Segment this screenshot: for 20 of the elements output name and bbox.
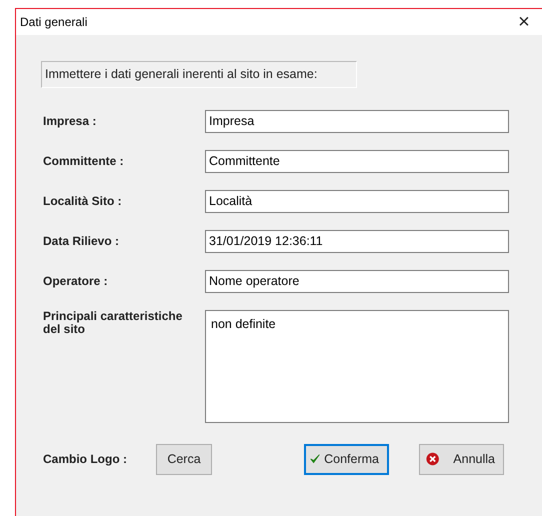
close-button[interactable]: × <box>506 9 542 35</box>
field-label: Località Sito : <box>42 193 123 210</box>
input-field[interactable]: Località <box>205 190 509 213</box>
instruction-text: Immettere i dati generali inerenti al sito in esame: <box>41 61 357 88</box>
input-field[interactable]: Committente <box>205 150 509 173</box>
text-area[interactable]: non definite <box>205 310 509 423</box>
field-label: Cambio Logo : <box>42 451 128 468</box>
field-label: Principali caratteristiche del sito <box>42 310 184 336</box>
browse-button[interactable]: Cerca <box>156 444 212 475</box>
field-label: Committente : <box>42 153 125 170</box>
window-title: Dati generali <box>20 14 88 31</box>
field-label: Impresa : <box>42 113 98 130</box>
input-field[interactable]: 31/01/2019 12:36:11 <box>205 230 509 253</box>
input-field[interactable]: Impresa <box>205 110 509 133</box>
cancel-button[interactable]: Annulla <box>419 444 504 475</box>
field-label: Data Rilievo : <box>42 233 120 250</box>
field-label: Operatore : <box>42 273 109 290</box>
input-field[interactable]: Nome operatore <box>205 270 509 293</box>
cancel-icon <box>426 451 440 468</box>
confirm-button[interactable]: Conferma <box>304 444 389 475</box>
